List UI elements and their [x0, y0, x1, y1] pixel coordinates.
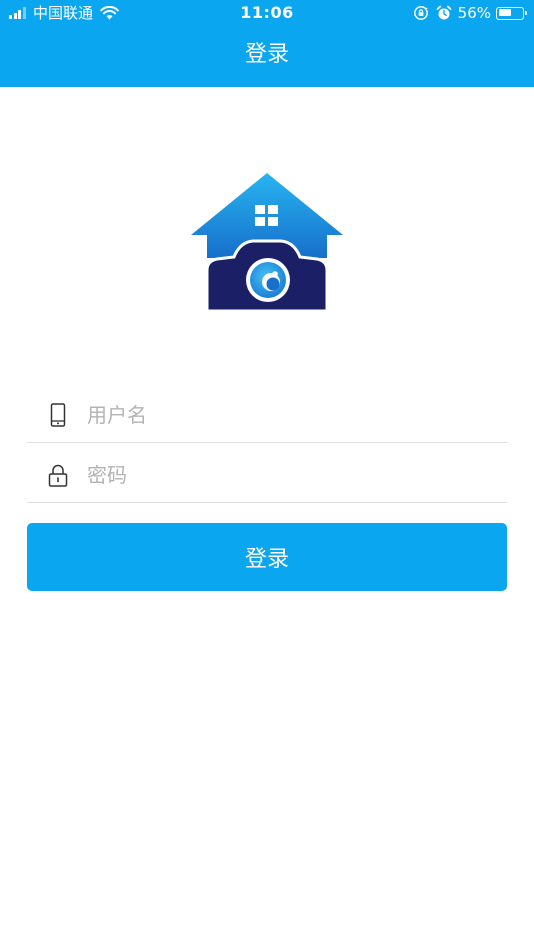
- username-input[interactable]: [87, 397, 487, 433]
- login-button[interactable]: 登录: [27, 523, 507, 591]
- password-input[interactable]: [87, 457, 487, 493]
- battery-level: [498, 9, 511, 16]
- lock-icon: [48, 464, 68, 487]
- status-bar: 中国联通 11:06 56%: [0, 0, 534, 28]
- battery-icon: [496, 6, 527, 20]
- page-title: 登录: [244, 42, 289, 67]
- username-row: [27, 387, 507, 443]
- password-row: [27, 447, 507, 503]
- battery-percent: 56%: [457, 4, 491, 22]
- status-right: 56%: [413, 4, 527, 22]
- battery-cap: [525, 10, 527, 15]
- app-header: 中国联通 11:06 56% 登录: [0, 0, 534, 87]
- alarm-icon: [436, 5, 452, 20]
- login-screen: 中国联通 11:06 56% 登录 用户名 登录: [0, 0, 534, 950]
- phone-icon: [50, 403, 66, 427]
- house-camera-logo: [191, 173, 343, 312]
- orientation-lock-icon: [413, 5, 429, 20]
